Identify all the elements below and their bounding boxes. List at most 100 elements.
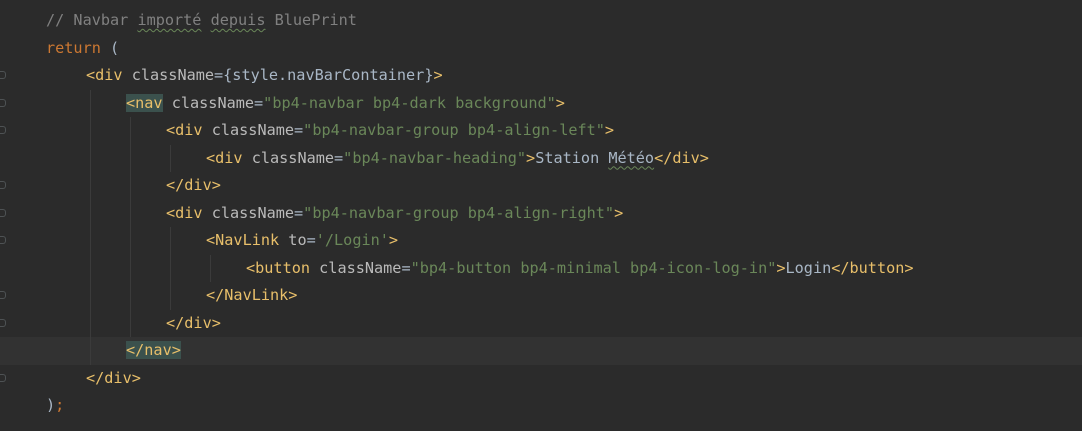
code-line-text: </NavLink> (206, 282, 297, 310)
indent-guide (90, 309, 91, 337)
code-token: importé (137, 11, 202, 29)
code-line[interactable]: // Navbar importé depuis BluePrint (0, 7, 1082, 35)
code-token: = (254, 93, 264, 112)
code-token: depuis (210, 11, 266, 29)
code-token: <div (166, 121, 203, 139)
code-line-text: <div className="bp4-navbar-group bp4-ali… (166, 200, 623, 228)
code-token: </button> (831, 258, 914, 277)
indent-guide (90, 227, 91, 255)
code-token: <div (206, 148, 243, 167)
code-token: <div (166, 203, 203, 222)
code-token: > (555, 93, 565, 112)
code-token: ={style.navBarContainer} (214, 66, 434, 84)
indent-guide (90, 282, 91, 310)
code-line[interactable]: <div className="bp4-navbar-heading">Stat… (0, 144, 1082, 173)
code-line[interactable]: return ( (0, 35, 1082, 63)
code-token: "bp4-navbar-group bp4-align-left" (303, 121, 605, 139)
code-token: className (122, 66, 215, 84)
code-line[interactable]: <div className="bp4-navbar-group bp4-ali… (0, 117, 1082, 145)
code-token: = (334, 148, 344, 167)
code-line[interactable]: </div> (0, 172, 1082, 200)
code-token: > (614, 203, 624, 222)
indent-guide (210, 254, 211, 282)
code-token: className (162, 93, 255, 112)
code-token: className (310, 258, 402, 277)
code-token: </div> (654, 148, 709, 167)
indent-guide (130, 144, 131, 172)
code-line-text: <div className="bp4-navbar-group bp4-ali… (166, 117, 614, 145)
indent-guide (130, 227, 131, 255)
code-line[interactable]: ); (0, 392, 1082, 420)
indent-guide (170, 282, 171, 310)
code-area[interactable]: // Navbar importé depuis BluePrint return… (0, 7, 1082, 420)
code-token: className (202, 121, 295, 139)
code-line-text: <div className="bp4-navbar-heading">Stat… (206, 145, 709, 173)
code-line[interactable]: </div> (0, 309, 1082, 338)
code-line-text: ); (46, 392, 64, 420)
code-token: <div (86, 66, 123, 84)
code-line-text: <nav className="bp4-navbar bp4-dark back… (126, 90, 565, 118)
code-token: <button (246, 258, 311, 277)
code-token: Météo (608, 148, 655, 167)
indent-guide (90, 117, 91, 145)
indent-guide (130, 199, 131, 227)
code-line-text: <div className={style.navBarContainer}> (86, 62, 443, 90)
code-line[interactable]: <NavLink to='/Login'> (0, 227, 1082, 255)
code-line-text: </nav> (126, 337, 181, 365)
code-token: className (202, 203, 295, 222)
code-token: </div> (166, 176, 221, 194)
indent-guide (170, 254, 171, 282)
code-token: = (294, 203, 304, 222)
code-token: Station (535, 148, 609, 167)
code-line[interactable]: </div> (0, 365, 1082, 393)
code-token: to (279, 231, 307, 249)
code-token: "bp4-button bp4-minimal bp4-icon-log-in" (410, 258, 777, 277)
indent-guide (130, 309, 131, 337)
indent-guide (130, 172, 131, 200)
indent-guide (130, 254, 131, 282)
code-token: // Navbar (46, 11, 138, 29)
code-token: BluePrint (265, 11, 357, 29)
code-line-text: </div> (166, 172, 221, 200)
indent-guide (90, 172, 91, 200)
code-token: > (776, 258, 786, 277)
code-token: <NavLink (206, 231, 280, 249)
code-line[interactable]: <button className="bp4-button bp4-minima… (0, 254, 1082, 283)
code-line[interactable]: <div className="bp4-navbar-group bp4-ali… (0, 199, 1082, 228)
indent-guide (90, 89, 91, 117)
code-token: "bp4-navbar bp4-dark background" (263, 93, 556, 112)
code-line[interactable]: <nav className="bp4-navbar bp4-dark back… (0, 89, 1082, 118)
code-line[interactable]: </NavLink> (0, 282, 1082, 310)
code-token: > (388, 231, 399, 249)
code-token: </div> (86, 368, 141, 387)
code-line-text: </div> (166, 310, 221, 338)
code-token: > (526, 148, 536, 167)
code-line-text: <button className="bp4-button bp4-minima… (246, 255, 914, 283)
indent-guide (90, 199, 91, 227)
code-token: </div> (166, 313, 221, 332)
indent-guide (130, 117, 131, 145)
code-editor[interactable]: // Navbar importé depuis BluePrint return… (0, 7, 1082, 431)
indent-guide (170, 227, 171, 255)
code-token: = (306, 231, 316, 249)
indent-guide (90, 337, 91, 365)
code-token: </nav> (126, 341, 181, 359)
code-token: > (604, 121, 615, 139)
indent-guide (130, 282, 131, 310)
code-line-text: return ( (46, 35, 119, 63)
code-token: = (294, 121, 304, 139)
code-line-text: </div> (86, 365, 141, 393)
code-token: > (433, 66, 443, 84)
indent-guide (90, 144, 91, 172)
indent-guide (90, 254, 91, 282)
indent-guide (170, 144, 171, 172)
code-line[interactable]: <div className={style.navBarContainer}> (0, 62, 1082, 90)
code-token: ; (55, 396, 65, 414)
code-line-text: <NavLink to='/Login'> (206, 227, 398, 255)
code-token: Login (785, 258, 832, 277)
code-token: className (242, 148, 335, 167)
code-line[interactable]: </nav> (0, 337, 1082, 365)
code-token: ) (46, 396, 56, 414)
code-token: <nav (126, 93, 163, 112)
